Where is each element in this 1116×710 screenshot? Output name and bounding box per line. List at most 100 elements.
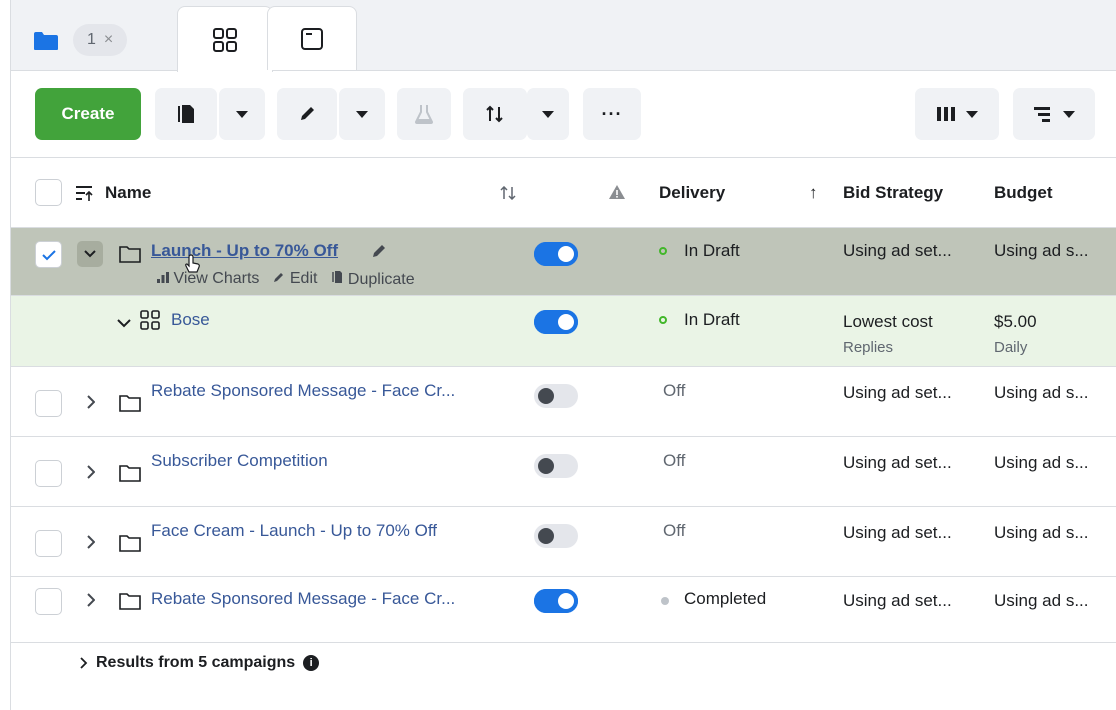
folder-icon <box>119 593 141 610</box>
table-row[interactable]: Rebate Sponsored Message - Face Cr... Co… <box>11 577 1116 643</box>
folder-icon <box>119 395 141 412</box>
collapse-button[interactable] <box>77 241 103 267</box>
check-icon <box>41 249 56 260</box>
chevron-right-icon[interactable] <box>87 395 95 409</box>
chevron-down-icon <box>1063 110 1075 118</box>
table-row[interactable]: Rebate Sponsored Message - Face Cr... Of… <box>11 367 1116 437</box>
status-dot <box>661 597 669 605</box>
campaign-name-link[interactable]: Face Cream - Launch - Up to 70% Off <box>151 521 437 541</box>
duplicate-button[interactable] <box>155 88 217 140</box>
chevron-right-icon <box>80 657 88 669</box>
campaign-name-link[interactable]: Subscriber Competition <box>151 451 328 471</box>
budget: Using ad s... <box>994 383 1089 402</box>
pencil-icon[interactable] <box>371 243 387 259</box>
breakdown-icon <box>1034 107 1050 122</box>
row-checkbox[interactable] <box>35 390 62 417</box>
delivery-status: Off <box>663 521 686 540</box>
tab-campaigns[interactable]: 1 × <box>33 24 128 56</box>
chevron-right-icon[interactable] <box>87 535 95 549</box>
info-icon[interactable]: i <box>303 655 320 671</box>
folder-icon <box>119 535 141 552</box>
folder-icon <box>34 32 58 50</box>
sort-name-icon[interactable] <box>75 184 93 202</box>
ad-set-name-link[interactable]: Bose <box>171 310 210 330</box>
sort-arrows-icon[interactable] <box>500 186 516 200</box>
duplicate-icon <box>332 271 343 283</box>
chevron-right-icon[interactable] <box>87 593 95 607</box>
delivery-status: In Draft <box>684 310 740 329</box>
results-label: Results from 5 campaigns <box>96 654 296 671</box>
table-header: Name Delivery ↑ Bid Strategy Budget <box>11 158 1116 228</box>
tab-ad-sets[interactable] <box>177 6 273 72</box>
edit-button[interactable] <box>277 88 337 140</box>
breakdown-button[interactable] <box>1013 88 1095 140</box>
ad-set-row[interactable]: Bose In Draft Lowest cost Replies $5.00 … <box>11 296 1116 367</box>
bid-strategy-goal: Replies <box>843 339 894 356</box>
create-button[interactable]: Create <box>35 88 141 140</box>
duplicate-link[interactable]: Duplicate <box>331 270 415 289</box>
bid-strategy: Using ad set... <box>843 241 952 260</box>
campaign-toggle[interactable] <box>534 524 578 548</box>
campaign-name-link[interactable]: Rebate Sponsored Message - Face Cr... <box>151 381 455 401</box>
bid-strategy: Using ad set... <box>843 383 952 402</box>
edit-link[interactable]: Edit <box>273 270 317 289</box>
sort-icon <box>486 105 503 123</box>
delivery-status: Off <box>663 381 686 400</box>
duplicate-icon <box>178 105 194 123</box>
chevron-down-icon[interactable] <box>117 318 131 328</box>
campaign-toggle[interactable] <box>534 454 578 478</box>
duplicate-menu-button[interactable] <box>219 88 265 140</box>
chevron-down-icon <box>542 110 554 118</box>
edit-menu-button[interactable] <box>339 88 385 140</box>
sort-ascending-icon[interactable]: ↑ <box>809 183 818 203</box>
grid-icon <box>213 27 237 52</box>
sort-menu-button[interactable] <box>527 88 569 140</box>
tab-bar: 1 × <box>11 0 1116 72</box>
row-checkbox[interactable] <box>35 460 62 487</box>
folder-icon <box>119 246 141 263</box>
flask-icon <box>414 105 434 124</box>
view-charts-label: View Charts <box>173 270 260 287</box>
table-row[interactable]: Subscriber Competition Off Using ad set.… <box>11 437 1116 507</box>
warning-icon[interactable] <box>608 184 626 200</box>
table-row[interactable]: Launch - Up to 70% Off View Charts Edit … <box>11 228 1116 296</box>
bid-strategy: Using ad set... <box>843 453 952 472</box>
view-charts-link[interactable]: View Charts <box>157 270 259 289</box>
toolbar: Create ··· <box>11 72 1116 158</box>
more-button[interactable]: ··· <box>583 88 641 140</box>
bid-strategy: Using ad set... <box>843 523 952 542</box>
delivery-status: In Draft <box>684 241 740 260</box>
duplicate-label: Duplicate <box>347 271 415 288</box>
table-row[interactable]: Face Cream - Launch - Up to 70% Off Off … <box>11 507 1116 577</box>
column-budget[interactable]: Budget <box>994 183 1053 203</box>
chevron-down-icon <box>236 110 248 118</box>
campaign-toggle[interactable] <box>534 242 578 266</box>
results-summary[interactable]: Results from 5 campaigns i <box>80 654 320 672</box>
edit-label: Edit <box>289 270 318 287</box>
chevron-down-icon <box>356 110 368 118</box>
campaign-toggle[interactable] <box>534 384 578 408</box>
window-icon <box>301 27 323 50</box>
campaign-name-link[interactable]: Launch - Up to 70% Off <box>151 241 338 261</box>
ad-set-toggle[interactable] <box>534 310 578 334</box>
columns-button[interactable] <box>915 88 999 140</box>
budget: Using ad s... <box>994 453 1089 472</box>
pencil-icon <box>301 107 314 120</box>
row-checkbox[interactable] <box>35 588 62 615</box>
delivery-status: Off <box>663 451 686 470</box>
ab-test-button[interactable] <box>397 88 451 140</box>
selection-count-pill[interactable]: 1 × <box>73 24 128 56</box>
column-delivery[interactable]: Delivery <box>659 183 725 203</box>
tab-ads[interactable] <box>267 6 357 70</box>
campaign-name-link[interactable]: Rebate Sponsored Message - Face Cr... <box>151 589 455 609</box>
column-name[interactable]: Name <box>105 183 151 203</box>
column-bid-strategy[interactable]: Bid Strategy <box>843 183 943 203</box>
row-checkbox[interactable] <box>35 530 62 557</box>
clear-selection-icon[interactable]: × <box>104 31 113 49</box>
sort-button[interactable] <box>463 88 527 140</box>
row-checkbox[interactable] <box>35 241 62 268</box>
campaign-toggle[interactable] <box>534 589 578 613</box>
chevron-right-icon[interactable] <box>87 465 95 479</box>
select-all-checkbox[interactable] <box>35 179 62 206</box>
pencil-icon <box>274 273 284 282</box>
